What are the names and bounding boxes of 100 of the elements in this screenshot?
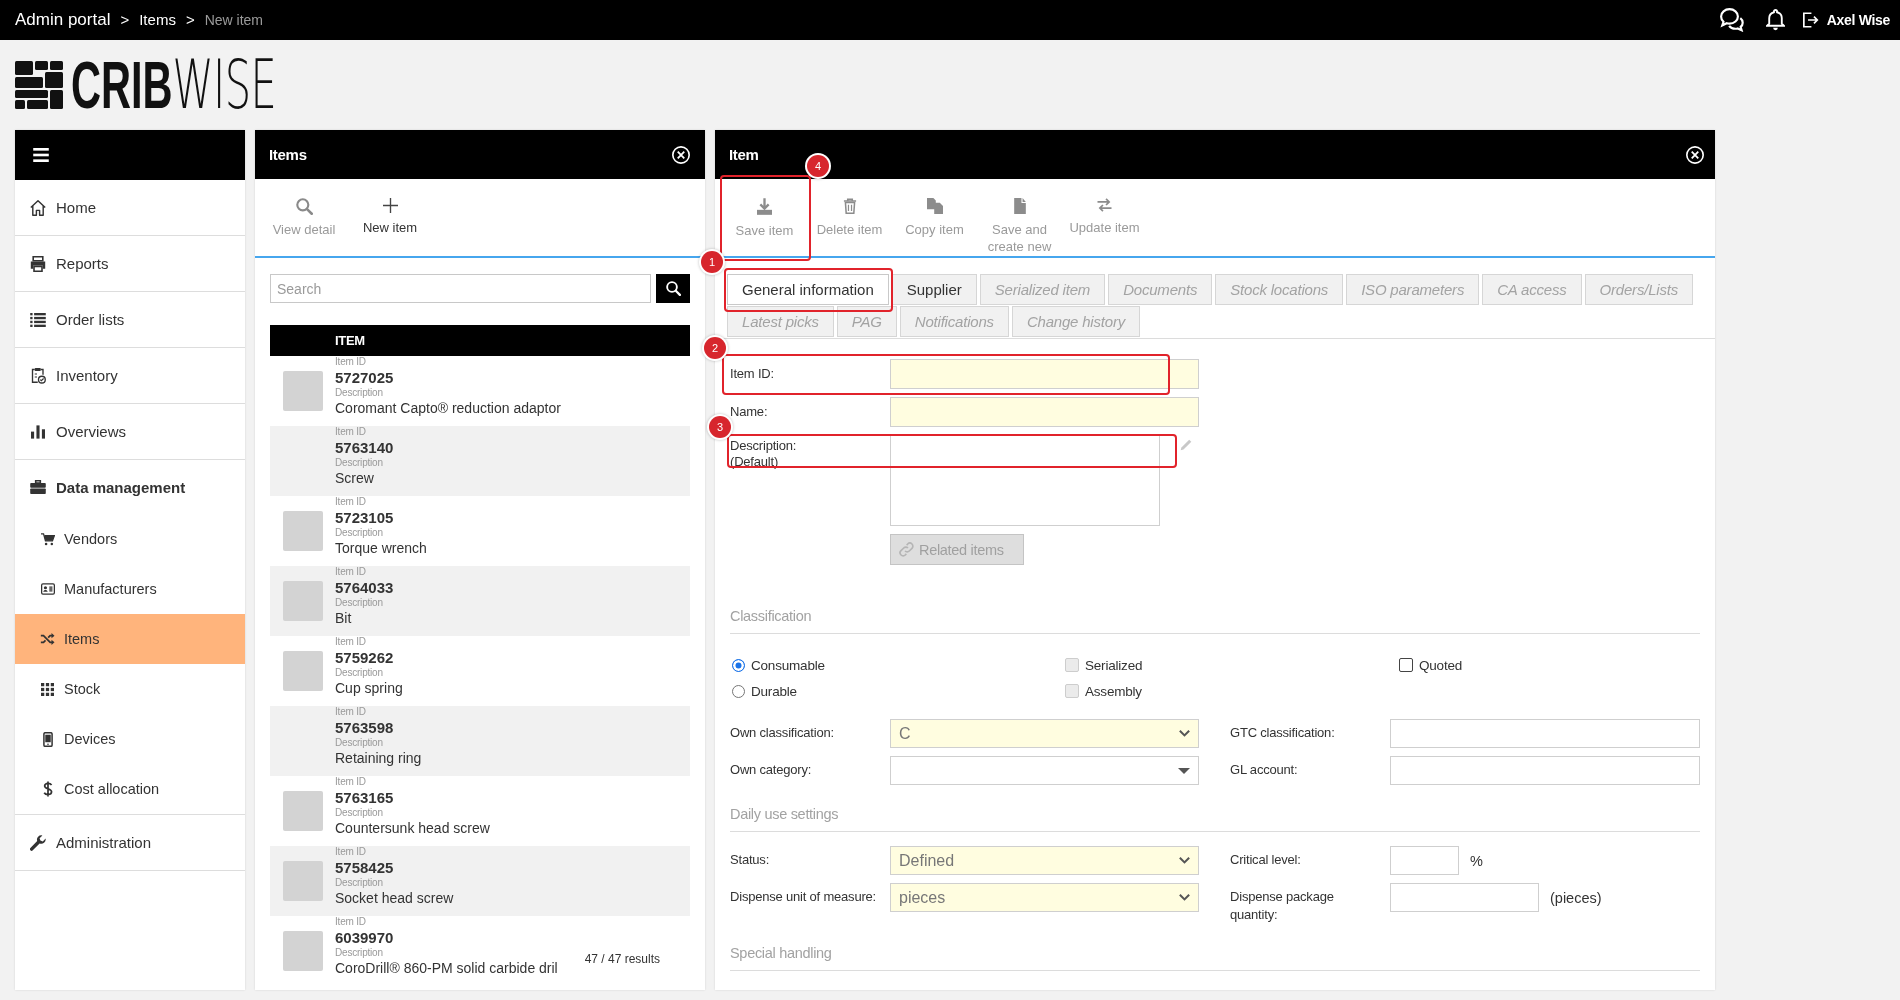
- nav-item[interactable]: Data management: [15, 460, 245, 514]
- nav-subitem[interactable]: Stock: [15, 664, 245, 714]
- field-label: Description: [335, 527, 383, 539]
- breadcrumb-link[interactable]: Items: [139, 11, 176, 28]
- field-label: Item ID: [335, 776, 366, 788]
- item-description: Screw: [335, 469, 374, 488]
- search-field[interactable]: Search: [270, 274, 651, 303]
- text-field[interactable]: [890, 359, 1199, 389]
- callout-badge: 3: [709, 416, 731, 438]
- field-label: Dispense package quantity:: [1230, 888, 1335, 924]
- field-sublabel: (Default): [730, 454, 780, 470]
- text-field[interactable]: [1390, 756, 1700, 785]
- tab[interactable]: General information: [727, 274, 889, 305]
- item-row[interactable]: Item ID 5758425 Description Socket head screw: [270, 846, 690, 916]
- text-field[interactable]: [1390, 846, 1459, 875]
- chat-icon[interactable]: [1718, 8, 1746, 32]
- text-field[interactable]: [890, 397, 1199, 427]
- field-label: Description: [335, 737, 383, 749]
- item-id: 6039970: [335, 928, 394, 947]
- trash-icon: [842, 198, 857, 214]
- plus-icon: [382, 198, 398, 213]
- callout-badge: 2: [704, 337, 726, 359]
- nav-item[interactable]: Home: [15, 180, 245, 236]
- radio-button[interactable]: [732, 658, 745, 672]
- search-icon: [295, 198, 313, 215]
- tab: PAG: [836, 306, 897, 337]
- item-id: 5763598: [335, 718, 394, 737]
- nav-subitem[interactable]: Devices: [15, 714, 245, 764]
- field-label: Item ID: [335, 356, 366, 368]
- field-label: Status:: [730, 851, 771, 869]
- item-row[interactable]: Item ID 5763140 Description Screw: [270, 426, 690, 496]
- caret-icon: [1179, 894, 1190, 901]
- item-description: Cup spring: [335, 679, 403, 698]
- unit-label: %: [1470, 852, 1483, 869]
- briefcase-icon: [30, 480, 46, 494]
- checkbox[interactable]: [1399, 658, 1413, 672]
- item-row[interactable]: Item ID 5763598 Description Retaining ring: [270, 706, 690, 776]
- user-name: Axel Wise: [1826, 12, 1890, 28]
- breadcrumb-link[interactable]: Admin portal: [15, 10, 111, 30]
- callout-badge: 1: [701, 251, 723, 273]
- field-label: Item ID: [335, 426, 366, 438]
- section-title: Daily use settings: [730, 805, 1700, 832]
- radio-button[interactable]: [732, 684, 745, 698]
- field-label: Item ID: [335, 916, 366, 928]
- tab: Latest picks: [727, 306, 834, 337]
- nav-item[interactable]: Overviews: [15, 404, 245, 460]
- item-row[interactable]: Item ID 5764033 Description Bit: [270, 566, 690, 636]
- close-icon[interactable]: [1686, 145, 1704, 164]
- nav-item[interactable]: Administration: [15, 815, 245, 871]
- nav-item[interactable]: Reports: [15, 236, 245, 292]
- bell-icon[interactable]: [1765, 9, 1785, 31]
- field-label: Critical level:: [1230, 851, 1302, 869]
- item-description: Socket head screw: [335, 889, 454, 908]
- checkbox-label: Quoted: [1419, 657, 1463, 673]
- section-title: Classification: [730, 607, 1700, 634]
- menu-icon[interactable]: [33, 148, 49, 162]
- search-button[interactable]: [656, 274, 690, 303]
- field-label: GTC classification:: [1230, 724, 1336, 742]
- printer-icon: [30, 255, 46, 272]
- caret-icon: [1178, 767, 1190, 774]
- grid-icon: [41, 682, 54, 696]
- field-label: Description: [335, 597, 383, 609]
- caret-icon: [1179, 857, 1190, 864]
- nav-subitem[interactable]: Vendors: [15, 514, 245, 564]
- text-area[interactable]: [890, 435, 1160, 526]
- panel-title: Item: [729, 146, 759, 163]
- nav-item[interactable]: Inventory: [15, 348, 245, 404]
- item-id: 5763140: [335, 438, 394, 457]
- select-field[interactable]: Defined: [890, 846, 1199, 875]
- nav-subitem[interactable]: Manufacturers: [15, 564, 245, 614]
- tab[interactable]: Supplier: [891, 274, 977, 305]
- field-label: Own classification:: [730, 724, 835, 742]
- wrench-icon: [30, 834, 46, 851]
- field-label: Item ID: [335, 846, 366, 858]
- item-id: 5763165: [335, 788, 394, 807]
- nav-item[interactable]: Order lists: [15, 292, 245, 348]
- tab: Notifications: [899, 306, 1009, 337]
- text-field[interactable]: [1390, 719, 1700, 748]
- tab: Stock locations: [1215, 274, 1344, 305]
- logout-icon[interactable]: [1802, 12, 1819, 28]
- item-id: 5723105: [335, 508, 394, 527]
- download-icon: [757, 198, 772, 215]
- section-title: Special handling: [730, 944, 1700, 971]
- radio-label: Durable: [751, 683, 797, 699]
- search-icon: [665, 281, 681, 296]
- shuffle-icon: [40, 633, 55, 645]
- text-field[interactable]: [1390, 883, 1539, 912]
- tab: Serialized item: [979, 274, 1106, 305]
- nav-subitem[interactable]: Items: [15, 614, 245, 664]
- close-icon[interactable]: [672, 145, 690, 164]
- nav-subitem[interactable]: Cost allocation: [15, 764, 245, 814]
- field-label: Description:: [730, 438, 798, 454]
- select-field[interactable]: pieces: [890, 883, 1199, 912]
- select-field[interactable]: C: [890, 719, 1199, 748]
- tab: Change history: [1011, 306, 1140, 337]
- breadcrumb-separator: >: [120, 11, 130, 28]
- toolbar-button[interactable]: New item: [347, 179, 433, 256]
- item-id: 5764033: [335, 578, 394, 597]
- field-label: Item ID: [335, 496, 366, 508]
- select-field[interactable]: [890, 756, 1199, 785]
